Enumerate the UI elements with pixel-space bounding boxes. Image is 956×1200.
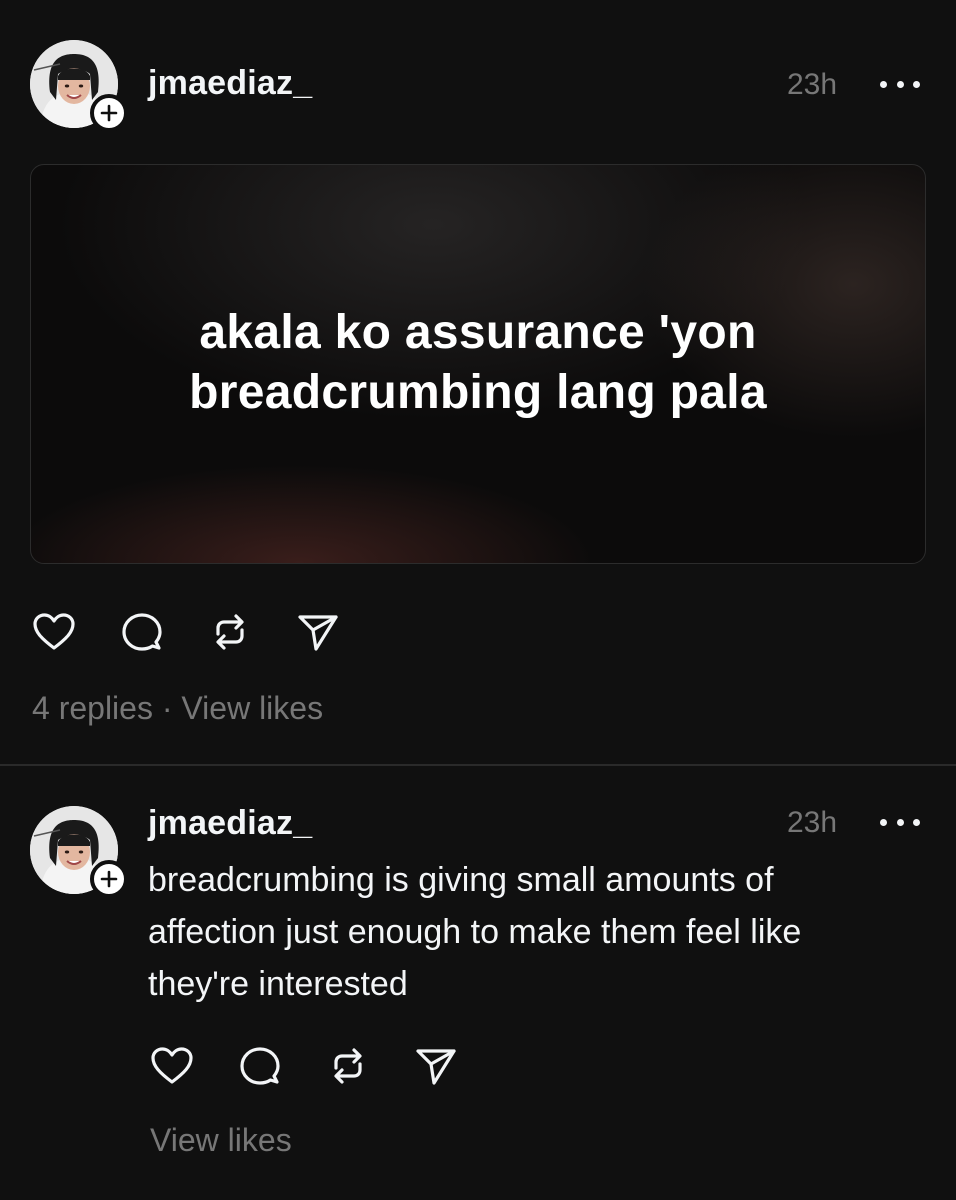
avatar[interactable] <box>30 806 128 898</box>
username[interactable]: jmaediaz_ <box>148 64 312 103</box>
repost-icon <box>334 1048 362 1084</box>
follow-button[interactable] <box>90 860 128 898</box>
post-text: breadcrumbing is giving small amounts of… <box>148 861 802 1003</box>
replies-link[interactable]: 4 replies <box>32 690 153 726</box>
media-caption-line: akala ko assurance 'yon <box>199 306 757 359</box>
view-likes-link[interactable]: View likes <box>150 1122 292 1158</box>
heart-icon <box>33 613 75 650</box>
action-bar <box>150 1044 502 1088</box>
timestamp: 23h <box>787 68 838 101</box>
more-button[interactable] <box>880 74 920 94</box>
post-media[interactable]: akala ko assurance 'yon breadcrumbing la… <box>30 164 926 564</box>
action-bar <box>32 610 384 654</box>
repost-icon <box>216 614 244 650</box>
comment-icon <box>122 613 162 651</box>
post-stats: 4 replies · View likes <box>32 690 323 727</box>
view-likes-link[interactable]: View likes <box>181 690 323 726</box>
reply-button[interactable] <box>120 610 164 654</box>
more-button[interactable] <box>880 812 920 832</box>
plus-icon <box>100 870 118 888</box>
like-button[interactable] <box>150 1044 194 1088</box>
repost-button[interactable] <box>326 1044 370 1088</box>
username[interactable]: jmaediaz_ <box>148 804 312 843</box>
avatar[interactable] <box>30 40 128 132</box>
more-dot <box>880 80 887 88</box>
separator: · <box>161 690 173 726</box>
heart-icon <box>151 1047 193 1084</box>
share-button[interactable] <box>296 610 340 654</box>
more-dot <box>896 80 904 88</box>
media-caption-line: breadcrumbing lang pala <box>189 366 767 419</box>
thread-post: jmaediaz_ 23h akala ko assurance 'yon br… <box>0 0 956 764</box>
timestamp: 23h <box>787 806 838 839</box>
media-caption: akala ko assurance 'yon breadcrumbing la… <box>31 303 925 423</box>
send-icon <box>298 615 338 651</box>
reply-button[interactable] <box>238 1044 282 1088</box>
thread-reply-post: jmaediaz_ 23h breadcrumbing is giving sm… <box>0 766 956 1200</box>
follow-button[interactable] <box>90 94 128 132</box>
like-button[interactable] <box>32 610 76 654</box>
more-dot <box>913 818 920 826</box>
more-dot <box>913 80 920 88</box>
post-stats: View likes <box>150 1122 292 1159</box>
share-button[interactable] <box>414 1044 458 1088</box>
more-dot <box>896 818 904 826</box>
comment-icon <box>240 1047 280 1085</box>
send-icon <box>416 1049 456 1085</box>
repost-button[interactable] <box>208 610 252 654</box>
more-dot <box>880 818 887 826</box>
plus-icon <box>100 104 118 122</box>
